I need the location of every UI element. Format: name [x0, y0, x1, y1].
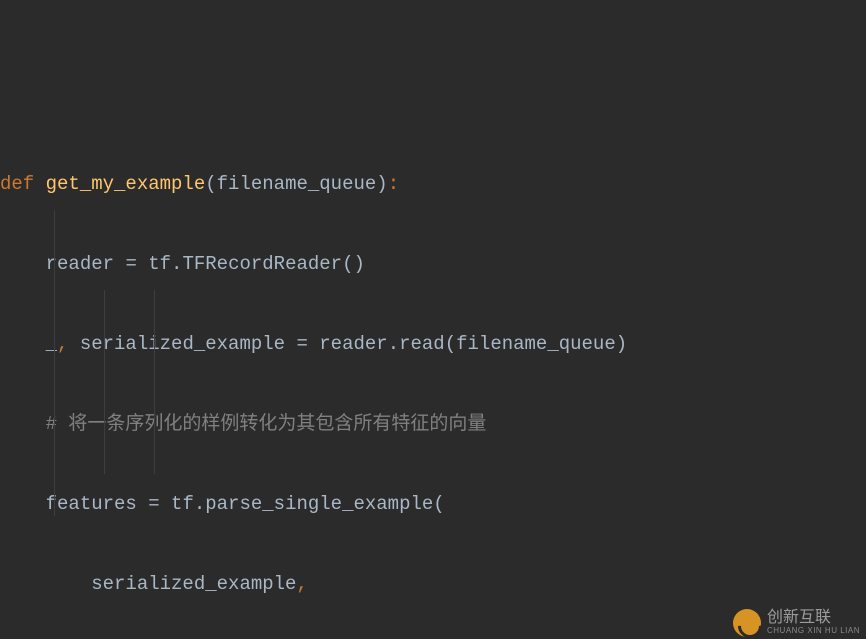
function-name: get_my_example — [46, 173, 206, 195]
colon: : — [388, 173, 399, 195]
param: filename_queue — [217, 173, 377, 195]
paren-open: ( — [445, 333, 456, 355]
parens: () — [342, 253, 365, 275]
underscore: _ — [46, 333, 57, 355]
var: serialized_example — [80, 333, 297, 355]
watermark: 创新互联 CHUANG XIN HU LIAN — [733, 609, 860, 637]
indent-guides — [0, 0, 866, 639]
equals: = — [148, 493, 171, 515]
arg: serialized_example — [91, 573, 296, 595]
indent — [0, 253, 46, 275]
code-line[interactable]: serialized_example, — [0, 564, 866, 604]
arg: filename_queue — [456, 333, 616, 355]
code-line[interactable]: reader = tf.TFRecordReader() — [0, 244, 866, 284]
equals: = — [125, 253, 148, 275]
code-line[interactable]: # 将一条序列化的样例转化为其包含所有特征的向量 — [0, 404, 866, 444]
watermark-subtext: CHUANG XIN HU LIAN — [767, 627, 860, 635]
var: reader — [46, 253, 126, 275]
paren-open: ( — [433, 493, 444, 515]
call: tf.parse_single_example — [171, 493, 433, 515]
call: tf.TFRecordReader — [148, 253, 342, 275]
indent — [0, 573, 91, 595]
comment: # 将一条序列化的样例转化为其包含所有特征的向量 — [46, 413, 487, 435]
indent — [0, 493, 46, 515]
indent — [0, 413, 46, 435]
code-editor[interactable]: def get_my_example(filename_queue): read… — [0, 0, 866, 639]
comma: , — [296, 573, 307, 595]
paren-open: ( — [205, 173, 216, 195]
paren-close: ) — [376, 173, 387, 195]
equals: = — [296, 333, 319, 355]
paren-close: ) — [616, 333, 627, 355]
call: reader.read — [319, 333, 444, 355]
code-line[interactable]: features = tf.parse_single_example( — [0, 484, 866, 524]
watermark-logo-icon — [733, 609, 761, 637]
watermark-text: 创新互联 — [767, 610, 860, 627]
var: features — [46, 493, 149, 515]
keyword-def: def — [0, 173, 46, 195]
comma: , — [57, 333, 68, 355]
code-line[interactable]: def get_my_example(filename_queue): — [0, 164, 866, 204]
indent — [0, 333, 46, 355]
code-line[interactable]: _, serialized_example = reader.read(file… — [0, 324, 866, 364]
space — [68, 333, 79, 355]
